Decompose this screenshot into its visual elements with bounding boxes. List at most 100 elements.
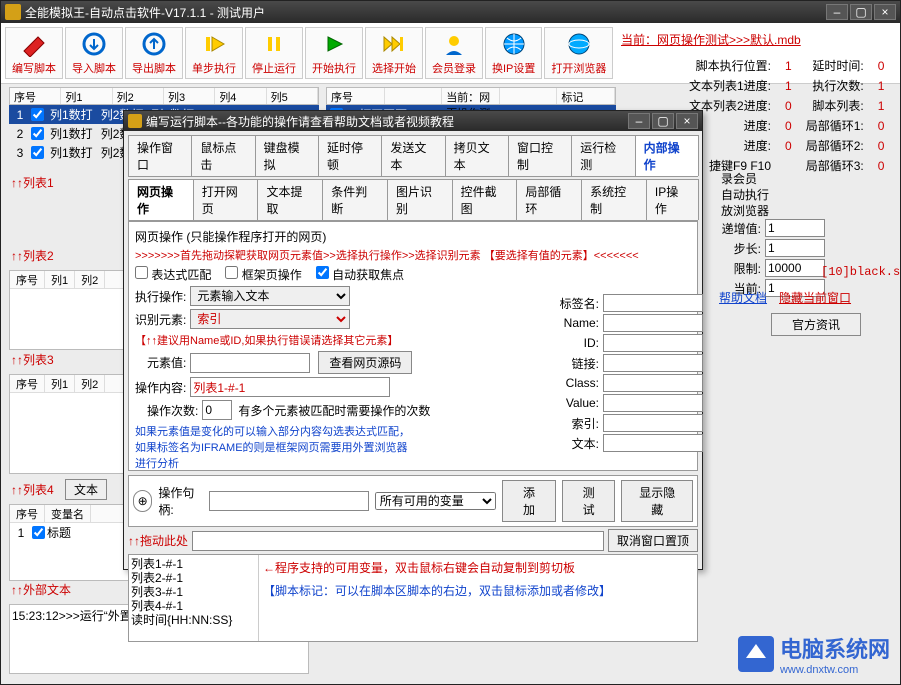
showhide-button[interactable]: 显示隐藏 [621, 480, 693, 522]
dialog-title: 编写运行脚本--各功能的操作请查看帮助文档或者视频教程 [146, 113, 628, 130]
drag-here-label: ↑↑拖动此处 [128, 532, 188, 549]
tab-tabs1-8[interactable]: 内部操作 [635, 135, 699, 176]
var-item[interactable]: 读时间{HH:NN:SS} [131, 613, 256, 627]
element-value-input[interactable] [190, 353, 310, 373]
dialog-minimize-button[interactable]: – [628, 113, 650, 129]
toolbar-pencil-button[interactable]: 编写脚本 [5, 27, 63, 79]
black-she-label: [10]black.she [821, 265, 901, 279]
step-icon [196, 30, 232, 58]
toolbar-browser-button[interactable]: 打开浏览器 [544, 27, 613, 79]
tab-tabs1-5[interactable]: 拷贝文本 [445, 135, 509, 176]
hide-window-link[interactable]: 隐藏当前窗口 [779, 289, 851, 306]
toolbar-user-button[interactable]: 会员登录 [425, 27, 483, 79]
user-icon [436, 30, 472, 58]
export-icon [136, 30, 172, 58]
browser-icon [561, 30, 597, 58]
form-hint-red: >>>>>>>首先拖动探靶获取网页元素值>>选择执行操作>>选择识别元素 【要选… [135, 247, 691, 263]
tab-tabs1-1[interactable]: 鼠标点击 [191, 135, 255, 176]
minimize-button[interactable]: – [826, 4, 848, 20]
tab-tabs2-3[interactable]: 条件判断 [322, 179, 388, 220]
toolbar-step-button[interactable]: 单步执行 [185, 27, 243, 79]
tab-tabs1-7[interactable]: 运行检测 [571, 135, 635, 176]
tab-tabs1-3[interactable]: 延时停顿 [318, 135, 382, 176]
dialog-icon [128, 114, 142, 128]
help-doc-link[interactable]: 帮助文档 [719, 289, 767, 306]
main-title: 全能模拟王-自动点击软件-V17.1.1 - 测试用户 [25, 4, 826, 21]
field-input-7[interactable] [603, 434, 703, 452]
right-params: 录会员 自动执行 放浏览器 递增值: 步长: 限制: 当前: [721, 171, 891, 299]
list4-label: ↑↑列表4 [9, 477, 56, 502]
cancel-topmost-button[interactable]: 取消窗口置顶 [608, 529, 698, 552]
close-button[interactable]: × [874, 4, 896, 20]
variable-list[interactable]: 列表1-#-1列表2-#-1列表3-#-1列表4-#-1读时间{HH:NN:SS… [129, 555, 259, 641]
list2-label: ↑↑列表2 [9, 243, 56, 268]
var-item[interactable]: 列表2-#-1 [131, 571, 256, 585]
list3-label: ↑↑列表3 [9, 347, 56, 372]
pencil-icon [16, 30, 52, 58]
test-button[interactable]: 测 试 [562, 480, 616, 522]
dialog-close-button[interactable]: × [676, 113, 698, 129]
play-icon [316, 30, 352, 58]
text-button[interactable]: 文本 [65, 479, 107, 500]
identify-element-select[interactable]: 索引 [190, 309, 350, 329]
tab-tabs1-6[interactable]: 窗口控制 [508, 135, 572, 176]
available-vars-select[interactable]: 所有可用的变量 [375, 492, 496, 510]
field-input-4[interactable] [603, 374, 703, 392]
list4-check[interactable] [32, 526, 45, 539]
app-icon [5, 4, 21, 20]
var-item[interactable]: 列表1-#-1 [131, 557, 256, 571]
list1-label: ↑↑列表1 [9, 170, 56, 195]
tab-tabs2-8[interactable]: IP操作 [646, 179, 699, 220]
tab-tabs1-4[interactable]: 发送文本 [381, 135, 445, 176]
add-button[interactable]: 添 加 [502, 480, 556, 522]
tab-tabs2-5[interactable]: 控件截图 [452, 179, 518, 220]
ext-text-label: ↑↑外部文本 [9, 577, 73, 602]
view-source-button[interactable]: 查看网页源码 [318, 351, 412, 374]
field-input-6[interactable] [603, 414, 703, 432]
toolbar-pause-button[interactable]: 停止运行 [245, 27, 303, 79]
tab-tabs2-6[interactable]: 局部循环 [516, 179, 582, 220]
import-icon [76, 30, 112, 58]
main-titlebar: 全能模拟王-自动点击软件-V17.1.1 - 测试用户 – ▢ × [1, 1, 900, 23]
toolbar-import-button[interactable]: 导入脚本 [65, 27, 123, 79]
ffwd-icon [376, 30, 412, 58]
toolbar-globe-button[interactable]: 换IP设置 [485, 27, 542, 79]
official-info-button[interactable]: 官方资讯 [771, 313, 861, 336]
var-item[interactable]: 列表4-#-1 [131, 599, 256, 613]
drag-target-input[interactable] [192, 531, 604, 551]
form-hint-top: 网页操作 (只能操作程序打开的网页) [135, 228, 691, 245]
frame-page-check[interactable] [225, 266, 238, 279]
tab-tabs2-1[interactable]: 打开网页 [193, 179, 259, 220]
tab-tabs2-2[interactable]: 文本提取 [257, 179, 323, 220]
maximize-button[interactable]: ▢ [850, 4, 872, 20]
field-input-0[interactable] [603, 294, 703, 312]
step-input[interactable] [765, 239, 825, 257]
field-input-2[interactable] [603, 334, 703, 352]
watermark-icon [738, 636, 774, 672]
globe-icon [496, 30, 532, 58]
auto-focus-check[interactable] [316, 266, 329, 279]
tab-tabs2-7[interactable]: 系统控制 [581, 179, 647, 220]
limit-input[interactable] [765, 259, 825, 277]
operation-times-input[interactable] [202, 400, 232, 420]
tab-tabs1-2[interactable]: 键盘模拟 [255, 135, 319, 176]
operation-content-input[interactable] [190, 377, 390, 397]
tab-tabs2-4[interactable]: 图片识别 [387, 179, 453, 220]
var-item[interactable]: 列表3-#-1 [131, 585, 256, 599]
exec-action-select[interactable]: 元素输入文本 [190, 286, 350, 306]
current-db-link[interactable]: 当前：网页操作测试>>>默认.mdb [621, 31, 801, 48]
field-input-1[interactable] [603, 314, 703, 332]
toolbar-export-button[interactable]: 导出脚本 [125, 27, 183, 79]
handle-input[interactable] [209, 491, 369, 511]
tab-tabs2-0[interactable]: 网页操作 [128, 179, 194, 220]
target-icon[interactable]: ⊕ [133, 490, 152, 512]
toolbar-play-button[interactable]: 开始执行 [305, 27, 363, 79]
increment-input[interactable] [765, 219, 825, 237]
field-input-5[interactable] [603, 394, 703, 412]
tab-tabs1-0[interactable]: 操作窗口 [128, 135, 192, 176]
field-input-3[interactable] [603, 354, 703, 372]
toolbar-ffwd-button[interactable]: 选择开始 [365, 27, 423, 79]
watermark: 电脑系统网 www.dnxtw.com [738, 632, 890, 676]
expr-match-check[interactable] [135, 266, 148, 279]
dialog-maximize-button[interactable]: ▢ [652, 113, 674, 129]
